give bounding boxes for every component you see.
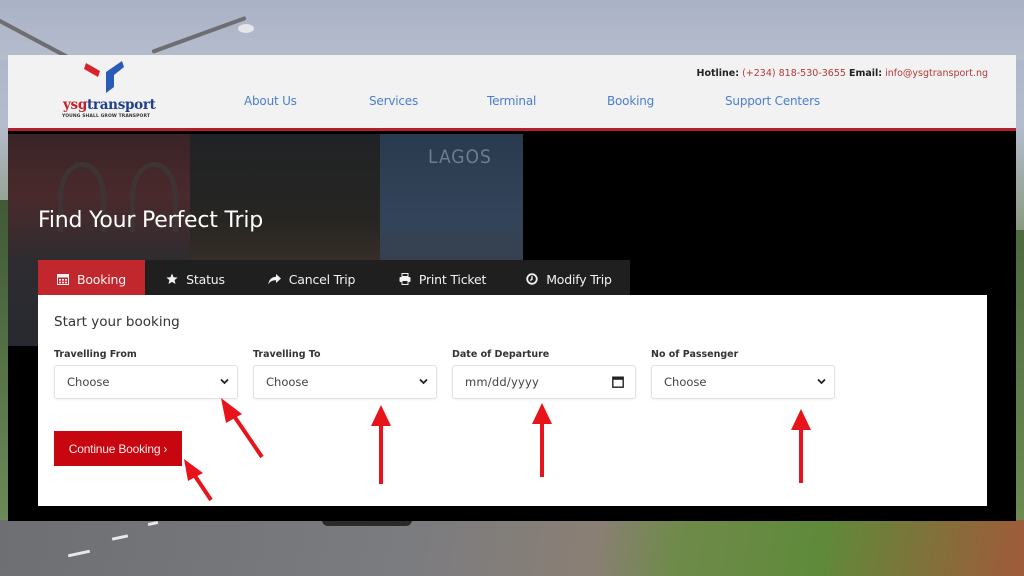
brand-logo[interactable]: ysgtransport YOUNG SHALL GROW TRANSPORT [60,59,156,125]
nav-terminal[interactable]: Terminal [487,94,536,108]
travelling-to-label: Travelling To [253,349,321,360]
email-label: Email: [848,68,883,79]
tab-label: Print Ticket [418,271,487,287]
select-value: Choose [664,375,707,389]
star-icon [166,273,178,284]
chevron-down-icon [419,378,428,385]
tab-status[interactable]: Status [145,260,246,298]
tab-modify-trip[interactable]: Modify Trip [508,260,630,298]
website-frame: ysgtransport YOUNG SHALL GROW TRANSPORT … [8,55,1016,521]
date-of-departure-input[interactable]: mm/dd/yyyy [452,365,636,399]
no-of-passenger-select[interactable]: Choose [651,365,835,399]
calendar-picker-icon[interactable] [612,376,624,388]
no-of-passenger-label: No of Passenger [651,349,739,360]
site-header: ysgtransport YOUNG SHALL GROW TRANSPORT … [8,55,1016,131]
share-arrow-icon [268,273,281,284]
clock-icon [526,273,538,285]
road-marking [147,520,159,527]
date-of-departure-label: Date of Departure [452,349,550,360]
calendar-icon [56,274,69,285]
hotline-number[interactable]: (+234) 818-530-3655 [742,68,846,79]
logo-mark-icon [84,61,124,93]
background-road [0,520,1024,576]
road-marking [67,549,91,558]
main-nav: About Us Services Terminal Booking Suppo… [8,94,1016,114]
chevron-down-icon [220,378,229,385]
nav-support-centers[interactable]: Support Centers [725,94,820,108]
select-value: Choose [67,375,110,389]
date-placeholder: mm/dd/yyyy [465,375,539,389]
nav-booking[interactable]: Booking [607,94,654,108]
travelling-to-select[interactable]: Choose [253,365,437,399]
tab-label: Modify Trip [546,271,612,287]
nav-services[interactable]: Services [369,94,418,108]
travelling-from-select[interactable]: Choose [54,365,238,399]
tab-label: Booking [76,271,127,287]
tab-label: Cancel Trip [288,271,356,287]
form-title: Start your booking [54,314,180,330]
hero-title: Find Your Perfect Trip [38,208,264,233]
brand-tagline: YOUNG SHALL GROW TRANSPORT [62,114,150,119]
street-lamp [238,24,254,33]
hero-section: LAGOS Find Your Perfect Trip Booking Sta… [8,134,1016,521]
chevron-down-icon [817,378,826,385]
tab-label: Status [186,271,225,287]
tab-print-ticket[interactable]: Print Ticket [377,260,508,298]
booking-form-card: Start your booking Travelling From Choos… [38,295,987,506]
travelling-from-label: Travelling From [54,349,137,360]
print-icon [399,273,411,285]
nav-about-us[interactable]: About Us [244,94,297,108]
continue-booking-button[interactable]: Continue Booking › [54,431,182,466]
road-marking [111,534,129,541]
email-link[interactable]: info@ysgtransport.ng [885,68,988,79]
select-value: Choose [266,375,309,389]
hotline-label: Hotline: [696,68,740,79]
tab-cancel-trip[interactable]: Cancel Trip [246,260,377,298]
lagos-caption: LAGOS [428,146,492,168]
contact-info: Hotline: (+234) 818-530-3655 Email: info… [697,68,988,79]
tab-booking[interactable]: Booking [38,260,145,298]
